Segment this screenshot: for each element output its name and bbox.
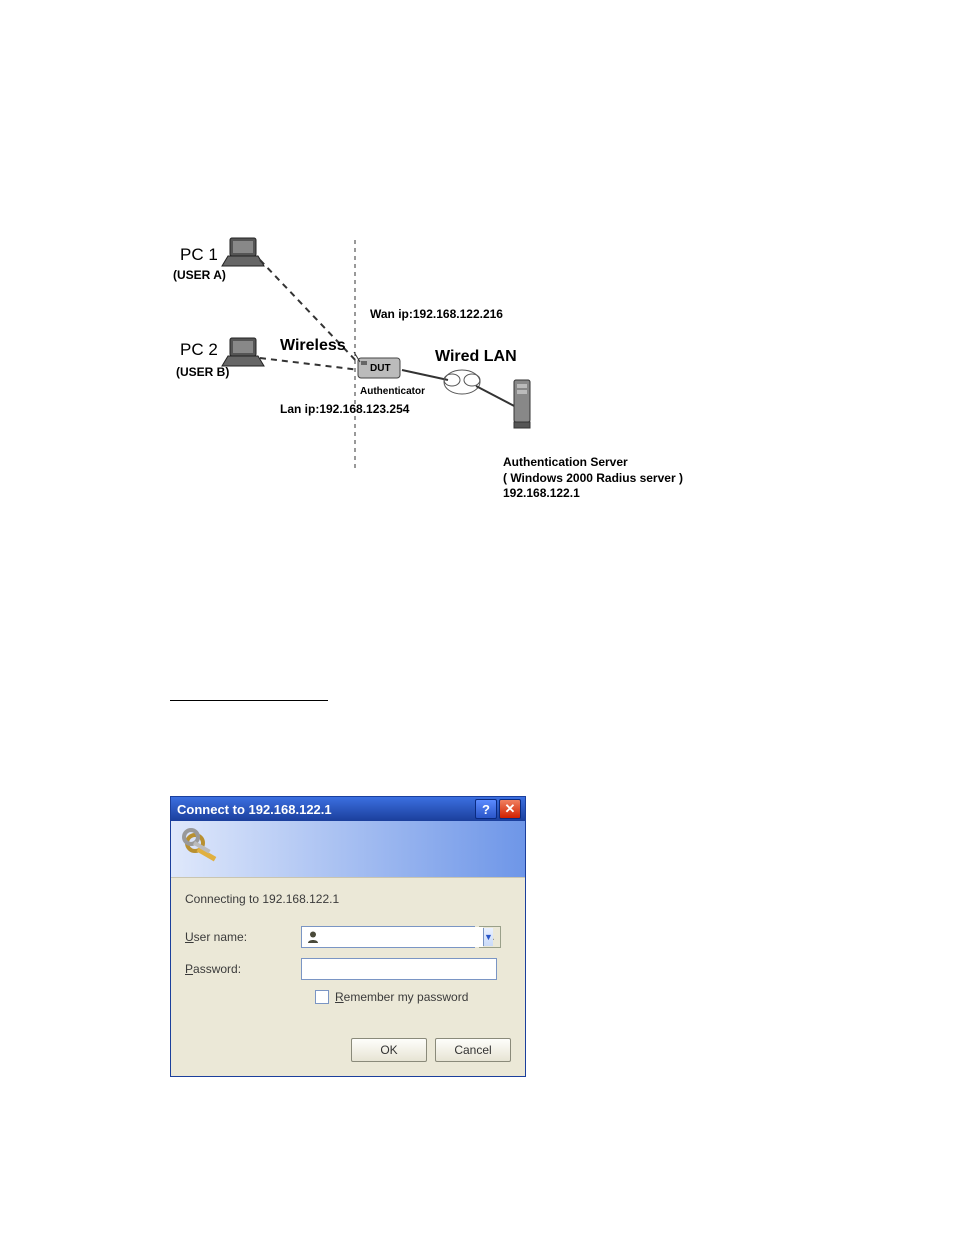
pc1-user-label: (USER A) (173, 268, 226, 282)
password-row: Password: (185, 958, 511, 980)
lan-ip-label: Lan ip:192.168.123.254 (280, 402, 409, 416)
help-button[interactable]: ? (475, 799, 497, 819)
dialog-button-row: OK Cancel (171, 1038, 525, 1076)
dialog-banner (171, 821, 525, 878)
auth-server-title: Authentication Server (503, 455, 628, 469)
connecting-label: Connecting to 192.168.122.1 (185, 892, 511, 906)
wired-lan-label: Wired LAN (435, 348, 517, 366)
password-input[interactable] (302, 959, 496, 977)
remember-label: Remember my password (335, 990, 468, 1004)
auth-server-subtitle: ( Windows 2000 Radius server ) (503, 471, 683, 485)
close-button[interactable]: ✕ (499, 799, 521, 819)
ok-button[interactable]: OK (351, 1038, 427, 1062)
username-combo[interactable]: ▼ (301, 926, 475, 948)
pc1-label: PC 1 (180, 245, 218, 265)
pc2-label: PC 2 (180, 340, 218, 360)
auth-server-ip: 192.168.122.1 (503, 486, 580, 500)
dut-label: DUT (370, 363, 391, 374)
section-underline (170, 700, 328, 701)
remember-row[interactable]: Remember my password (315, 990, 511, 1004)
user-icon (306, 929, 320, 945)
dialog-titlebar[interactable]: Connect to 192.168.122.1 ? ✕ (171, 797, 525, 821)
password-label: Password: (185, 962, 301, 976)
network-topology-diagram: PC 1 (USER A) PC 2 (USER B) Wireless Wan… (170, 230, 710, 530)
cancel-button[interactable]: Cancel (435, 1038, 511, 1062)
username-input[interactable] (324, 927, 483, 947)
dialog-body: Connecting to 192.168.122.1 User name: ▼ (171, 878, 525, 1038)
remember-checkbox[interactable] (315, 990, 329, 1004)
username-dropdown-button[interactable]: ▼ (483, 928, 493, 946)
page: PC 1 (USER A) PC 2 (USER B) Wireless Wan… (0, 0, 954, 1235)
topology-svg (170, 230, 710, 530)
username-row: User name: ▼ ... (185, 926, 511, 948)
password-field-wrapper (301, 958, 497, 980)
wireless-label: Wireless (280, 337, 346, 355)
dialog-title: Connect to 192.168.122.1 (177, 802, 473, 817)
keys-icon (181, 827, 225, 871)
wan-ip-label: Wan ip:192.168.122.216 (370, 307, 503, 321)
authenticator-label: Authenticator (360, 386, 425, 397)
connect-dialog: Connect to 192.168.122.1 ? ✕ Connecting … (170, 796, 526, 1077)
pc2-user-label: (USER B) (176, 365, 229, 379)
username-label: User name: (185, 930, 301, 944)
